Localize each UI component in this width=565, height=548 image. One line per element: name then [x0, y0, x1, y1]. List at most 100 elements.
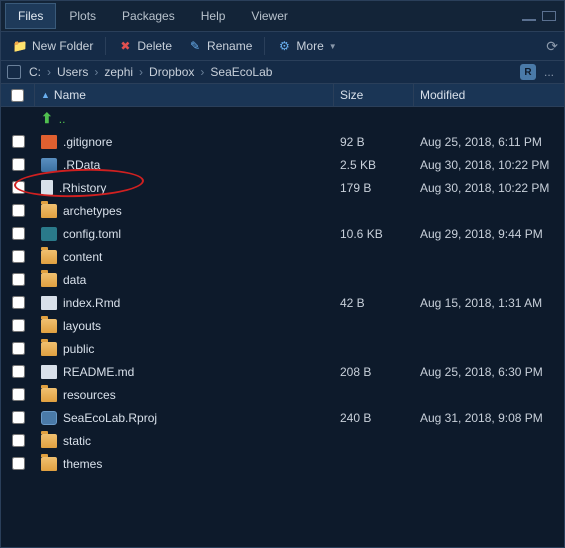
- row-checkbox[interactable]: [1, 340, 35, 357]
- file-name-label: .Rhistory: [59, 181, 106, 195]
- file-name-cell[interactable]: README.md: [35, 363, 334, 381]
- file-row[interactable]: .Rhistory179 BAug 30, 2018, 10:22 PM: [1, 176, 564, 199]
- file-name-cell[interactable]: ⬆..: [35, 108, 334, 129]
- row-checkbox[interactable]: [1, 225, 35, 242]
- file-name-cell[interactable]: .Rhistory: [35, 178, 334, 197]
- file-name-label: .RData: [63, 158, 100, 172]
- tab-files[interactable]: Files: [5, 3, 56, 29]
- folder-row[interactable]: data: [1, 268, 564, 291]
- file-name-cell[interactable]: data: [35, 271, 334, 289]
- file-row[interactable]: README.md208 BAug 25, 2018, 6:30 PM: [1, 360, 564, 383]
- refresh-icon[interactable]: ⟳: [546, 38, 558, 55]
- home-icon[interactable]: [7, 65, 21, 79]
- file-size-label: 10.6 KB: [334, 225, 414, 243]
- row-checkbox[interactable]: [1, 156, 35, 173]
- more-button[interactable]: ⚙ More ▼: [271, 36, 342, 56]
- breadcrumb-segment[interactable]: Users: [55, 65, 90, 79]
- folder-icon: [41, 342, 57, 356]
- row-checkbox[interactable]: [1, 133, 35, 150]
- sort-asc-icon: ▲: [41, 90, 50, 100]
- breadcrumb-segment[interactable]: C:: [27, 65, 43, 79]
- file-size-label: [334, 278, 414, 282]
- file-row[interactable]: index.Rmd42 BAug 15, 2018, 1:31 AM: [1, 291, 564, 314]
- file-name-cell[interactable]: .RData: [35, 156, 334, 174]
- row-checkbox[interactable]: [1, 294, 35, 311]
- folder-row[interactable]: static: [1, 429, 564, 452]
- file-toolbar: 📁 New Folder ✖ Delete ✎ Rename ⚙ More ▼ …: [1, 32, 564, 61]
- file-row[interactable]: config.toml10.6 KBAug 29, 2018, 9:44 PM: [1, 222, 564, 245]
- file-modified-label: [414, 462, 564, 466]
- up-arrow-icon: ⬆: [41, 110, 53, 127]
- folder-row[interactable]: content: [1, 245, 564, 268]
- folder-row[interactable]: resources: [1, 383, 564, 406]
- chevron-right-icon: ›: [135, 65, 147, 79]
- folder-row[interactable]: layouts: [1, 314, 564, 337]
- row-checkbox[interactable]: [1, 248, 35, 265]
- file-name-label: public: [63, 342, 94, 356]
- row-checkbox[interactable]: [1, 179, 35, 196]
- tab-bar: FilesPlotsPackagesHelpViewer: [1, 1, 564, 32]
- breadcrumb-segment[interactable]: zephi: [102, 65, 135, 79]
- file-name-cell[interactable]: layouts: [35, 317, 334, 335]
- row-checkbox[interactable]: [1, 432, 35, 449]
- file-modified-label: Aug 15, 2018, 1:31 AM: [414, 294, 564, 312]
- folder-row[interactable]: archetypes: [1, 199, 564, 222]
- file-modified-label: Aug 29, 2018, 9:44 PM: [414, 225, 564, 243]
- breadcrumb-segment[interactable]: SeaEcoLab: [208, 65, 274, 79]
- file-name-cell[interactable]: SeaEcoLab.Rproj: [35, 409, 334, 427]
- file-row[interactable]: SeaEcoLab.Rproj240 BAug 31, 2018, 9:08 P…: [1, 406, 564, 429]
- more-path-icon[interactable]: ...: [540, 65, 558, 79]
- file-name-cell[interactable]: .gitignore: [35, 133, 334, 151]
- new-folder-button[interactable]: 📁 New Folder: [7, 36, 99, 56]
- column-modified[interactable]: Modified: [414, 84, 564, 106]
- file-name-cell[interactable]: index.Rmd: [35, 294, 334, 312]
- delete-icon: ✖: [118, 39, 132, 53]
- tab-plots[interactable]: Plots: [56, 3, 109, 29]
- row-checkbox[interactable]: [1, 386, 35, 403]
- file-name-label: SeaEcoLab.Rproj: [63, 411, 157, 425]
- folder-icon: [41, 457, 57, 471]
- tab-viewer[interactable]: Viewer: [238, 3, 300, 29]
- file-name-cell[interactable]: public: [35, 340, 334, 358]
- row-checkbox[interactable]: [1, 271, 35, 288]
- file-name-cell[interactable]: content: [35, 248, 334, 266]
- file-name-cell[interactable]: config.toml: [35, 225, 334, 243]
- row-checkbox[interactable]: [1, 455, 35, 472]
- file-size-label: 2.5 KB: [334, 156, 414, 174]
- file-icon: [41, 180, 53, 195]
- select-all-checkbox[interactable]: [1, 84, 35, 106]
- gear-icon: ⚙: [277, 39, 291, 53]
- row-checkbox[interactable]: [1, 202, 35, 219]
- file-name-label: layouts: [63, 319, 101, 333]
- column-name[interactable]: ▲ Name: [35, 84, 334, 106]
- file-name-cell[interactable]: static: [35, 432, 334, 450]
- rename-button[interactable]: ✎ Rename: [182, 36, 258, 56]
- parent-dir-row[interactable]: ⬆..: [1, 107, 564, 130]
- folder-row[interactable]: themes: [1, 452, 564, 475]
- r-project-badge[interactable]: R: [520, 64, 536, 80]
- row-checkbox[interactable]: [1, 363, 35, 380]
- delete-button[interactable]: ✖ Delete: [112, 36, 178, 56]
- file-size-label: 92 B: [334, 133, 414, 151]
- row-checkbox[interactable]: [1, 117, 35, 121]
- folder-row[interactable]: public: [1, 337, 564, 360]
- file-name-cell[interactable]: archetypes: [35, 202, 334, 220]
- file-name-cell[interactable]: themes: [35, 455, 334, 473]
- column-size[interactable]: Size: [334, 84, 414, 106]
- tab-help[interactable]: Help: [188, 3, 239, 29]
- folder-icon: [41, 250, 57, 264]
- breadcrumb-segment[interactable]: Dropbox: [147, 65, 196, 79]
- file-row[interactable]: .gitignore92 BAug 25, 2018, 6:11 PM: [1, 130, 564, 153]
- file-icon: [41, 135, 57, 149]
- tab-packages[interactable]: Packages: [109, 3, 188, 29]
- pane-controls: [522, 11, 560, 21]
- file-row[interactable]: .RData2.5 KBAug 30, 2018, 10:22 PM: [1, 153, 564, 176]
- file-name-cell[interactable]: resources: [35, 386, 334, 404]
- row-checkbox[interactable]: [1, 317, 35, 334]
- maximize-pane-icon[interactable]: [542, 11, 556, 21]
- minimize-pane-icon[interactable]: [522, 11, 536, 21]
- rename-label: Rename: [207, 39, 252, 53]
- row-checkbox[interactable]: [1, 409, 35, 426]
- file-size-label: 208 B: [334, 363, 414, 381]
- file-modified-label: Aug 30, 2018, 10:22 PM: [414, 179, 564, 197]
